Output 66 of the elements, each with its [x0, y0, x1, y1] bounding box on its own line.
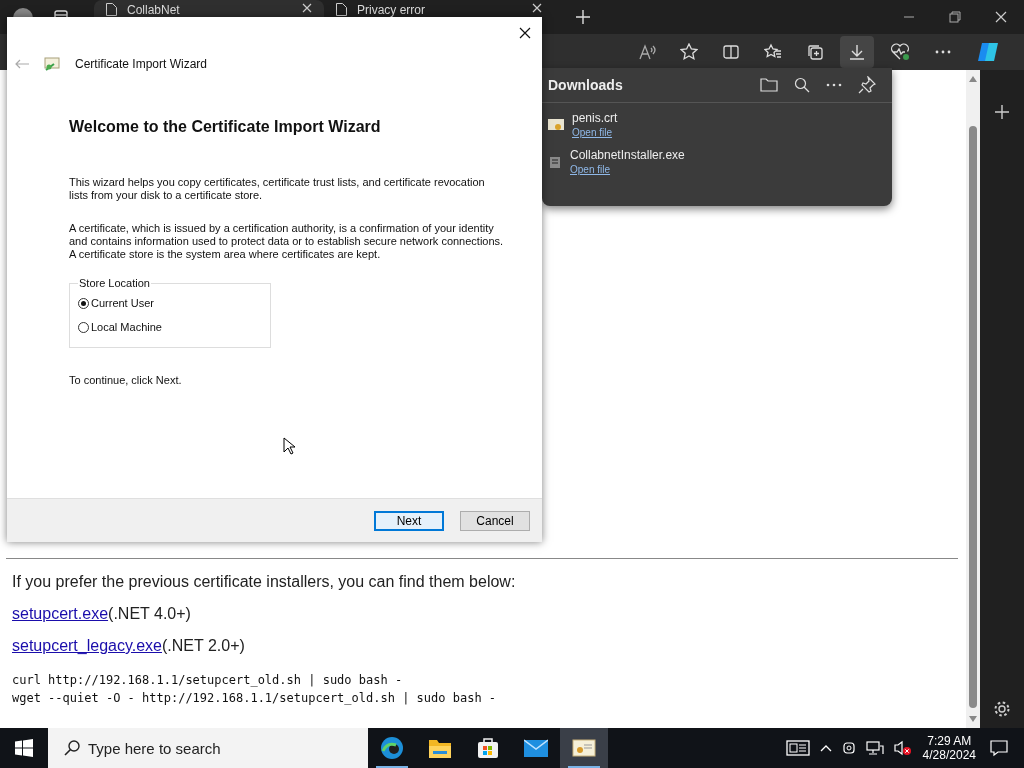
version-note: (.NET 2.0+): [162, 637, 245, 654]
clock-time[interactable]: 7:29 AM: [927, 734, 972, 748]
dialog-title: Certificate Import Wizard: [75, 57, 208, 71]
copilot-icon[interactable]: [976, 41, 1000, 63]
file-name: penis.crt: [572, 111, 618, 125]
group-label: Store Location: [78, 277, 151, 289]
open-file-link[interactable]: Open file: [570, 164, 611, 175]
search-icon[interactable]: [794, 77, 810, 93]
instruction-text: To continue, click Next.: [69, 374, 183, 387]
mail-icon: [524, 738, 548, 758]
downloads-button[interactable]: [840, 36, 874, 68]
dialog-button[interactable]: Next: [374, 510, 444, 531]
camera-icon[interactable]: [841, 740, 856, 756]
wizard-heading: Welcome to the Certificate Import Wizard: [69, 118, 382, 136]
folder-icon[interactable]: [760, 77, 778, 93]
page-icon: [336, 3, 347, 16]
scrollbar[interactable]: [966, 70, 980, 728]
mouse-cursor-icon: [283, 437, 295, 455]
clock-date[interactable]: 4/28/2024: [922, 748, 976, 762]
certificate-icon: [43, 56, 61, 72]
search-icon: [64, 740, 80, 756]
panel-title: Downloads: [548, 77, 623, 93]
scroll-down-icon[interactable]: [969, 716, 977, 722]
browser-tab[interactable]: Privacy error: [324, 0, 554, 34]
dialog-button[interactable]: Cancel: [460, 510, 530, 531]
download-link[interactable]: setupcert.exe: [12, 605, 109, 622]
certificate-icon: [548, 117, 564, 132]
new-tab-icon[interactable]: [576, 10, 590, 24]
heart-pulse-icon[interactable]: [890, 43, 910, 61]
certificate-icon: [572, 738, 596, 758]
muted-speaker-icon[interactable]: [893, 740, 912, 756]
code-line: curl http://192.168.1.1/setupcert_old.sh | sudo bash -: [12, 672, 404, 689]
search-field[interactable]: Type here to search: [48, 728, 368, 768]
taskbar-app[interactable]: [560, 728, 608, 768]
settings-icon[interactable]: [993, 700, 1011, 718]
scroll-up-icon[interactable]: [969, 76, 977, 82]
star-icon[interactable]: [680, 43, 698, 61]
add-icon[interactable]: [995, 105, 1009, 119]
news-icon[interactable]: [785, 739, 810, 757]
download-link[interactable]: setupcert_legacy.exe: [12, 637, 162, 654]
collections-icon[interactable]: [806, 43, 824, 61]
pin-icon[interactable]: [858, 76, 876, 94]
split-screen-icon[interactable]: [722, 43, 740, 61]
close-icon[interactable]: [519, 27, 531, 39]
code-line: wget --quiet -O - http://192.168.1.1/setupcert_old.sh | sudo bash -: [12, 690, 498, 707]
chevron-up-icon[interactable]: [819, 744, 832, 752]
more-icon[interactable]: [826, 83, 842, 87]
open-file-link[interactable]: Open file: [572, 127, 613, 138]
paragraph: If you prefer the previous certificate installers, you can find them below:: [12, 573, 517, 591]
edge-icon: [380, 736, 404, 760]
favorites-icon[interactable]: [764, 43, 782, 61]
read-aloud-icon[interactable]: [638, 43, 656, 61]
restore-icon[interactable]: [949, 11, 961, 23]
notifications-icon[interactable]: [990, 739, 1008, 757]
radio-option[interactable]: Local Machine: [78, 315, 262, 339]
network-icon[interactable]: [865, 740, 884, 756]
download-icon: [848, 43, 866, 61]
version-note: (.NET 4.0+): [108, 605, 191, 622]
file-name: CollabnetInstaller.exe: [570, 148, 685, 162]
page-icon: [106, 3, 117, 16]
paragraph: A certificate, which is issued by a certification authority, is a confirmation of your identity and contains information used to protect data or to establish secure network connections. A certificate store is the system area where certificates are kept.: [69, 222, 504, 261]
paragraph: This wizard helps you copy certificates, certificate trust lists, and certificate revocation lists from your disk to a certificate store.: [69, 176, 486, 202]
folder-icon: [428, 737, 452, 759]
radio-option[interactable]: Current User: [78, 291, 262, 315]
store-icon: [477, 737, 499, 759]
start-icon[interactable]: [15, 739, 33, 757]
